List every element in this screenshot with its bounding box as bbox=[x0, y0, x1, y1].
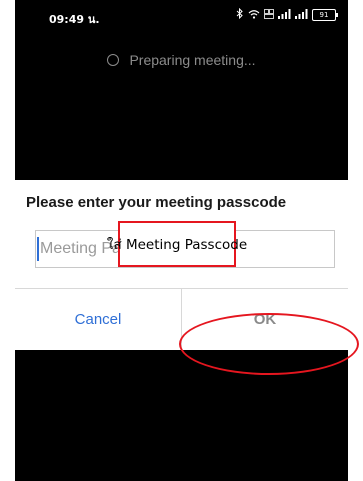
dialog-title: Please enter your meeting passcode bbox=[26, 194, 287, 211]
status-time: 09:49 น. bbox=[49, 13, 100, 26]
status-bar: 09:49 น. 91 bbox=[15, 0, 348, 34]
battery-icon: 91 bbox=[312, 9, 338, 21]
preparing-status: Preparing meeting... bbox=[15, 52, 348, 68]
bluetooth-icon bbox=[236, 7, 244, 22]
volte-icon bbox=[264, 8, 274, 22]
cancel-button[interactable]: Cancel bbox=[15, 289, 181, 350]
signal-1-icon bbox=[278, 8, 291, 22]
annotation-ok-highlight bbox=[179, 313, 359, 375]
text-caret bbox=[37, 237, 39, 261]
preparing-text: Preparing meeting... bbox=[129, 52, 256, 68]
signal-2-icon bbox=[295, 8, 308, 22]
status-icons: 91 bbox=[236, 7, 338, 22]
annotation-label: ใส่ Meeting Passcode bbox=[106, 237, 248, 253]
wifi-icon bbox=[248, 9, 260, 22]
loading-spinner-icon bbox=[107, 54, 120, 66]
